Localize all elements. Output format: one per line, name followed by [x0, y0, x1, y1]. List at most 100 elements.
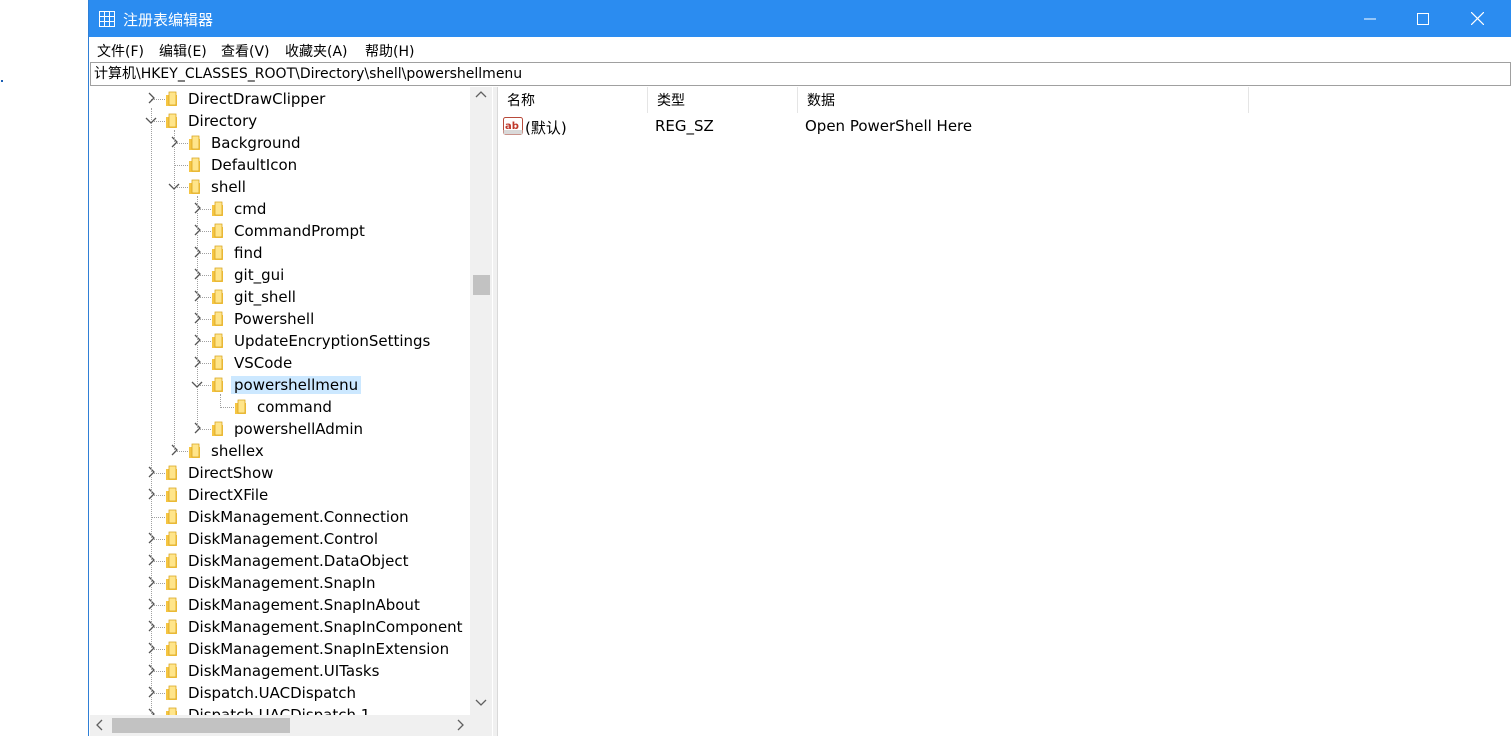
- tree-item-label: DiskManagement.SnapInComponent: [188, 618, 463, 636]
- tree-item[interactable]: find: [90, 242, 470, 264]
- tree-item-label: powershellmenu: [231, 376, 362, 394]
- values-pane: 名称 类型 数据 ab (默认) REG_SZ Open PowerShell …: [498, 87, 1511, 736]
- tree-item[interactable]: CommandPrompt: [90, 220, 470, 242]
- tree-item-label: command: [257, 398, 332, 416]
- tree-item-label: DirectShow: [188, 464, 274, 482]
- tree-item[interactable]: UpdateEncryptionSettings: [90, 330, 470, 352]
- tree-item-label: VSCode: [234, 354, 293, 372]
- folder-icon: [212, 245, 223, 260]
- scroll-up-icon[interactable]: [475, 90, 487, 100]
- tree-item-label: CommandPrompt: [234, 222, 365, 240]
- close-button[interactable]: [1451, 0, 1503, 37]
- menu-bar: 文件(F) 编辑(E) 查看(V) 收藏夹(A) 帮助(H): [89, 37, 1511, 62]
- tree-item-label: Dispatch.UACDispatch: [188, 684, 356, 702]
- tree-item[interactable]: DefaultIcon: [90, 154, 470, 176]
- tree-item[interactable]: git_shell: [90, 286, 470, 308]
- value-data: Open PowerShell Here: [805, 117, 973, 135]
- menu-file[interactable]: 文件(F): [97, 41, 144, 61]
- column-header-data[interactable]: 数据: [798, 87, 1249, 113]
- tree-item-label: DirectDrawClipper: [188, 90, 326, 108]
- menu-edit[interactable]: 编辑(E): [159, 41, 207, 61]
- tree-item[interactable]: VSCode: [90, 352, 470, 374]
- folder-icon: [212, 333, 223, 348]
- address-bar[interactable]: 计算机\HKEY_CLASSES_ROOT\Directory\shell\po…: [90, 62, 1511, 86]
- tree-item-label: DiskManagement.Connection: [188, 508, 409, 526]
- column-header-type[interactable]: 类型: [648, 87, 798, 113]
- value-row[interactable]: ab (默认) REG_SZ Open PowerShell Here: [498, 115, 1511, 137]
- tree-item-label: shell: [211, 178, 246, 196]
- tree-item[interactable]: DirectDrawClipper: [90, 88, 470, 110]
- maximize-button[interactable]: [1397, 0, 1449, 37]
- tree-item[interactable]: DiskManagement.SnapInAbout: [90, 594, 470, 616]
- tree-item-label: DefaultIcon: [211, 156, 298, 174]
- maximize-icon: [1417, 12, 1429, 25]
- tree-item[interactable]: Directory: [90, 110, 470, 132]
- tree-guide-line: [174, 130, 175, 452]
- tree-item[interactable]: Powershell: [90, 308, 470, 330]
- tree-item[interactable]: DirectXFile: [90, 484, 470, 506]
- tree-connector: [220, 407, 234, 408]
- tree-item[interactable]: powershellAdmin: [90, 418, 470, 440]
- menu-help[interactable]: 帮助(H): [365, 41, 414, 61]
- scrollbar-corner: [470, 715, 492, 736]
- folder-icon: [166, 575, 177, 590]
- tree-item[interactable]: cmd: [90, 198, 470, 220]
- tree-item[interactable]: DiskManagement.UITasks: [90, 660, 470, 682]
- svg-text:ab: ab: [505, 121, 519, 132]
- tree-item[interactable]: DiskManagement.DataObject: [90, 550, 470, 572]
- tree-horizontal-scrollbar[interactable]: [90, 715, 470, 736]
- tree-item-label: find: [234, 244, 263, 262]
- tree-item-label: DiskManagement.DataObject: [188, 552, 409, 570]
- tree-item-label: UpdateEncryptionSettings: [234, 332, 431, 350]
- tree-item[interactable]: Background: [90, 132, 470, 154]
- tree-item-label: DiskManagement.SnapIn: [188, 574, 376, 592]
- tree-item[interactable]: DiskManagement.SnapInComponent: [90, 616, 470, 638]
- folder-icon: [189, 157, 200, 172]
- chevron-right-icon[interactable]: [145, 91, 157, 105]
- tree-connector: [174, 165, 188, 166]
- tree-item[interactable]: DiskManagement.Connection: [90, 506, 470, 528]
- title-bar[interactable]: 注册表编辑器: [89, 0, 1511, 37]
- tree-item[interactable]: Dispatch.UACDispatch: [90, 682, 470, 704]
- scroll-down-icon[interactable]: [475, 697, 487, 707]
- tree-item-label: git_gui: [234, 266, 285, 284]
- tree-item[interactable]: shellex: [90, 440, 470, 462]
- tree-item-label: DiskManagement.Control: [188, 530, 379, 548]
- folder-icon: [189, 443, 200, 458]
- scroll-right-icon[interactable]: [455, 718, 465, 732]
- folder-icon: [166, 531, 177, 546]
- vertical-scroll-thumb[interactable]: [473, 275, 490, 295]
- menu-favorites[interactable]: 收藏夹(A): [285, 41, 348, 61]
- window-title: 注册表编辑器: [123, 11, 214, 29]
- close-icon: [1470, 12, 1484, 25]
- screen: 注册表编辑器 文件(F) 编辑(E) 查看(V) 收藏夹(A) 帮助(H) 计算…: [0, 0, 1511, 736]
- minimize-icon: [1364, 18, 1376, 19]
- tree-item[interactable]: git_gui: [90, 264, 470, 286]
- tree-item[interactable]: powershellmenu: [90, 374, 470, 396]
- scroll-left-icon[interactable]: [95, 718, 105, 732]
- tree-item[interactable]: command: [90, 396, 470, 418]
- folder-icon: [166, 641, 177, 656]
- tree-item[interactable]: DiskManagement.SnapInExtension: [90, 638, 470, 660]
- folder-icon: [166, 685, 177, 700]
- folder-icon: [212, 421, 223, 436]
- menu-view[interactable]: 查看(V): [221, 41, 270, 61]
- folder-icon: [166, 553, 177, 568]
- tree-item[interactable]: DiskManagement.SnapIn: [90, 572, 470, 594]
- folder-icon: [235, 399, 246, 414]
- registry-editor-app-icon: [99, 11, 115, 27]
- value-type: REG_SZ: [655, 117, 714, 135]
- tree-item[interactable]: DirectShow: [90, 462, 470, 484]
- folder-icon: [212, 311, 223, 326]
- tree-item[interactable]: DiskManagement.Control: [90, 528, 470, 550]
- folder-icon: [212, 355, 223, 370]
- column-header-name[interactable]: 名称: [498, 87, 648, 113]
- tree-item-label: git_shell: [234, 288, 296, 306]
- tree-guide-line: [151, 108, 152, 736]
- horizontal-scroll-thumb[interactable]: [112, 718, 290, 733]
- tree-item[interactable]: shell: [90, 176, 470, 198]
- tree-vertical-scrollbar[interactable]: [470, 87, 492, 715]
- key-tree: DirectDrawClipper Directory Background Defa…: [90, 87, 493, 736]
- tree-item-label: DiskManagement.UITasks: [188, 662, 380, 680]
- minimize-button[interactable]: [1344, 0, 1396, 37]
